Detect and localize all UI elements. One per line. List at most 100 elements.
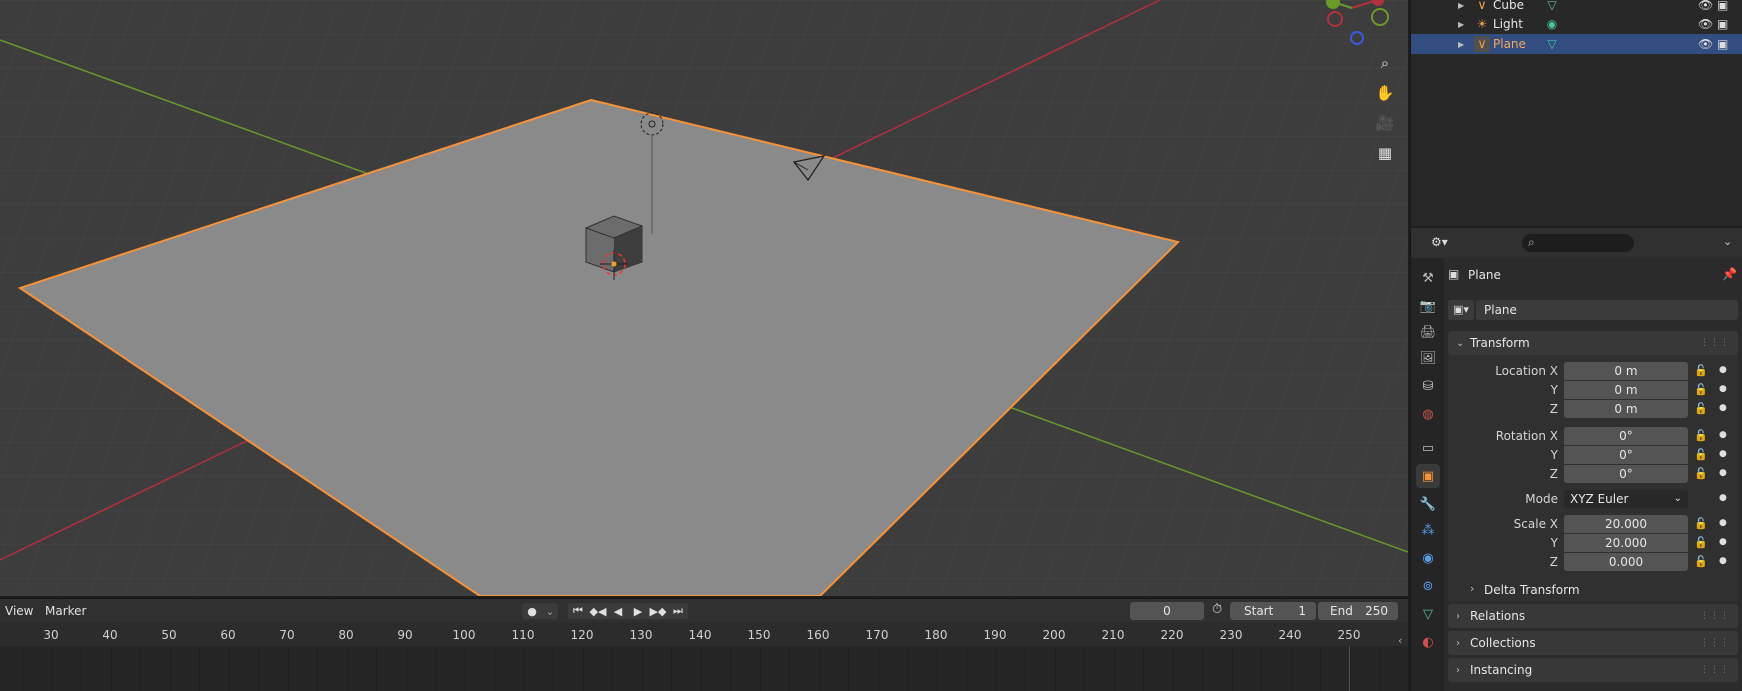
drag-grip-icon[interactable]: ⋮⋮⋮ [1700,638,1730,648]
datablock-name-field[interactable]: Plane [1476,300,1738,320]
timeline-body[interactable]: 30 40 50 60 70 80 90 100 110 120 130 140 150 160 170 18… [0,622,1408,691]
drag-grip-icon[interactable]: ⋮⋮⋮ [1700,338,1730,348]
keyframe-dot-icon[interactable]: ● [1719,468,1727,478]
rotation-z-field[interactable]: 0° [1564,465,1688,483]
outliner[interactable]: ▶ ∨ Cube ▽ 👁 ▣ ▶ ☀ Light ◉ 👁 ▣ ▶ ∨ Plane… [1410,0,1742,226]
play-reverse-icon[interactable]: ◀ [608,603,628,619]
keying-options-chevron-icon[interactable]: ⌄ [542,603,558,619]
scale-y-field[interactable]: 20.000 [1564,534,1688,552]
world-tab-icon[interactable]: ◍ [1416,402,1440,426]
eye-icon[interactable]: 👁 [1698,37,1713,51]
lock-icon[interactable]: 🔓 [1694,517,1708,530]
object-tab-icon[interactable]: ▣ [1416,464,1440,488]
expand-arrow-icon[interactable]: ▶ [1458,40,1464,49]
scene-tab-icon[interactable]: ⛁ [1416,374,1440,398]
viewport-scene[interactable] [0,0,1408,596]
expand-arrow-icon[interactable]: ▶ [1458,1,1464,10]
properties-search-input[interactable]: ⌕ [1522,234,1634,252]
end-frame-field[interactable]: End 250 [1318,602,1398,620]
outliner-row-plane[interactable]: ▶ ∨ Plane ▽ 👁 ▣ [1411,34,1742,54]
lock-icon[interactable]: 🔓 [1694,402,1708,415]
keyframe-dot-icon[interactable]: ● [1719,518,1727,528]
options-chevron-down-icon[interactable]: ⌄ [1723,235,1732,248]
instancing-panel-header[interactable]: › Instancing ⋮⋮⋮ [1448,658,1738,682]
relations-panel-header[interactable]: › Relations ⋮⋮⋮ [1448,604,1738,628]
marker-menu[interactable]: Marker [45,604,86,618]
transform-panel-body: Location X 0 m 🔓 ● Y 0 m 🔓 ● Z 0 m 🔓 ● R… [1448,355,1738,579]
next-keyframe-icon[interactable]: ▶◆ [648,603,668,619]
drag-grip-icon[interactable]: ⋮⋮⋮ [1700,611,1730,621]
lock-icon[interactable]: 🔓 [1694,364,1708,377]
view-layer-tab-icon[interactable]: 🖼 [1416,346,1440,370]
collapse-arrow-icon[interactable]: ‹ [1398,634,1402,647]
keyframe-dot-icon[interactable]: ● [1719,556,1727,566]
keyframe-dot-icon[interactable]: ● [1719,430,1727,440]
drag-grip-icon[interactable]: ⋮⋮⋮ [1700,665,1730,675]
jump-to-start-icon[interactable]: ⏮ [568,603,588,619]
tool-tab-icon[interactable]: ⚒ [1416,266,1440,290]
output-tab-icon[interactable]: 🖨 [1416,320,1440,344]
current-frame-field[interactable]: 0 [1130,602,1204,620]
data-tab-icon[interactable]: ▽ [1416,602,1440,626]
jump-to-end-icon[interactable]: ⏭ [668,603,688,619]
particles-tab-icon[interactable]: ⁂ [1416,518,1440,542]
rotation-mode-select[interactable]: XYZ Euler ⌄ [1564,490,1688,508]
start-frame-field[interactable]: Start 1 [1230,602,1316,620]
collections-panel-header[interactable]: › Collections ⋮⋮⋮ [1448,631,1738,655]
keyframe-dot-icon[interactable]: ● [1719,403,1727,413]
material-tab-icon[interactable]: ◐ [1416,630,1440,654]
lock-icon[interactable]: 🔓 [1694,448,1708,461]
light-data-icon[interactable]: ◉ [1544,16,1560,32]
scale-z-field[interactable]: 0.000 [1564,553,1688,571]
location-x-field[interactable]: 0 m [1564,362,1688,380]
play-icon[interactable]: ▶ [628,603,648,619]
eye-icon[interactable]: 👁 [1698,0,1713,12]
delta-transform-subpanel[interactable]: › Delta Transform [1448,579,1738,601]
perspective-grid-icon[interactable]: ▦ [1372,140,1398,166]
render-tab-icon[interactable]: 📷 [1416,294,1440,318]
lock-icon[interactable]: 🔓 [1694,555,1708,568]
modifier-tab-icon[interactable]: 🔧 [1416,492,1440,516]
auto-keying-record-icon[interactable]: ● [522,603,542,619]
lock-icon[interactable]: 🔓 [1694,429,1708,442]
keyframe-dot-icon[interactable]: ● [1719,449,1727,459]
eye-icon[interactable]: 👁 [1698,17,1713,31]
outliner-item-label[interactable]: Cube [1493,0,1524,12]
collection-tab-icon[interactable]: ▭ [1416,436,1440,460]
render-camera-icon[interactable]: ▣ [1717,0,1728,12]
3d-viewport[interactable]: ⌕ ✋ 🎥 ▦ [0,0,1408,596]
prev-keyframe-icon[interactable]: ◆◀ [588,603,608,619]
zoom-icon[interactable]: ⌕ [1372,50,1398,76]
outliner-row-light[interactable]: ▶ ☀ Light ◉ 👁 ▣ [1411,14,1742,34]
stopwatch-icon[interactable]: ⏱ [1212,602,1222,617]
rotation-y-field[interactable]: 0° [1564,446,1688,464]
outliner-item-label[interactable]: Plane [1493,37,1526,51]
keyframe-dot-icon[interactable]: ● [1719,493,1727,503]
mesh-data-icon[interactable]: ▽ [1544,0,1560,13]
lock-icon[interactable]: 🔓 [1694,467,1708,480]
keyframe-dot-icon[interactable]: ● [1719,365,1727,375]
datablock-type-selector[interactable]: ▣▾ [1448,300,1474,320]
camera-view-icon[interactable]: 🎥 [1372,110,1398,136]
editor-type-icon[interactable]: ⚙▾ [1431,235,1448,249]
view-menu[interactable]: View [5,604,33,618]
pin-icon[interactable]: 📌 [1722,267,1737,281]
keyframe-dot-icon[interactable]: ● [1719,537,1727,547]
location-y-field[interactable]: 0 m [1564,381,1688,399]
keyframe-dot-icon[interactable]: ● [1719,384,1727,394]
transform-panel-header[interactable]: ⌄ Transform ⋮⋮⋮ [1448,331,1738,355]
physics-tab-icon[interactable]: ◉ [1416,546,1440,570]
render-camera-icon[interactable]: ▣ [1717,17,1728,31]
expand-arrow-icon[interactable]: ▶ [1458,20,1464,29]
location-z-field[interactable]: 0 m [1564,400,1688,418]
lock-icon[interactable]: 🔓 [1694,536,1708,549]
mesh-data-icon[interactable]: ▽ [1544,36,1560,52]
render-camera-icon[interactable]: ▣ [1717,37,1728,51]
scale-x-field[interactable]: 20.000 [1564,515,1688,533]
rotation-x-field[interactable]: 0° [1564,427,1688,445]
constraints-tab-icon[interactable]: ⊚ [1416,574,1440,598]
hand-pan-icon[interactable]: ✋ [1372,80,1398,106]
lock-icon[interactable]: 🔓 [1694,383,1708,396]
outliner-item-label[interactable]: Light [1493,17,1523,31]
outliner-row-cube[interactable]: ▶ ∨ Cube ▽ 👁 ▣ [1411,0,1742,15]
